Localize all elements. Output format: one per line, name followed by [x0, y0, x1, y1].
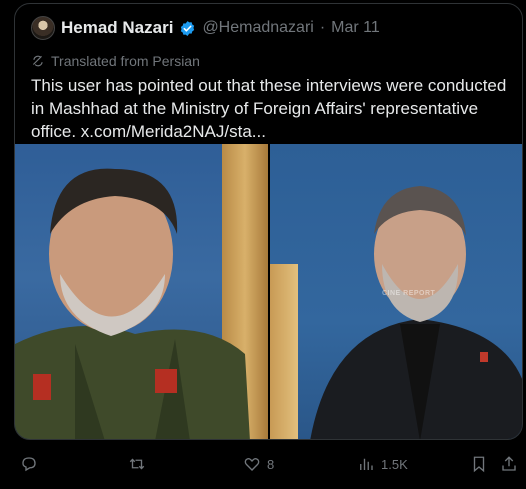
- media-image-left[interactable]: [15, 144, 268, 439]
- media-watermark: CINE REPORT: [382, 290, 436, 297]
- tweet-media[interactable]: CINE REPORT: [15, 144, 522, 439]
- reply-icon: [22, 457, 36, 472]
- tweet-date[interactable]: Mar 11: [331, 19, 380, 37]
- tweet-text: This user has pointed out that these int…: [31, 76, 507, 141]
- translate-icon: [32, 55, 43, 67]
- tweet-header: Hemad Nazari @Hemadnazari · Mar 11: [31, 14, 380, 42]
- reply-button[interactable]: [20, 446, 44, 482]
- person-left-figure: [15, 168, 250, 439]
- separator: ·: [319, 19, 326, 36]
- media-image-right[interactable]: CINE REPORT: [270, 144, 522, 439]
- translation-notice: Translated from Persian: [31, 53, 200, 69]
- tweet-card[interactable]: Hemad Nazari @Hemadnazari · Mar 11 Trans…: [14, 3, 523, 440]
- retweet-button[interactable]: [128, 446, 152, 482]
- heart-icon: [244, 457, 260, 471]
- views-count: 1.5K: [381, 456, 408, 472]
- bookmark-icon: [473, 456, 485, 473]
- like-button[interactable]: 8: [243, 446, 274, 482]
- avatar[interactable]: [31, 16, 55, 40]
- like-count: 8: [267, 456, 275, 472]
- share-icon: [502, 456, 516, 471]
- translated-label: Translated from Persian: [51, 53, 200, 69]
- retweet-icon: [129, 458, 145, 470]
- verified-badge-icon: [181, 20, 195, 36]
- views-chart-icon: [360, 458, 373, 470]
- views-button[interactable]: 1.5K: [357, 446, 408, 482]
- bookmark-button[interactable]: [470, 446, 488, 482]
- share-button[interactable]: [500, 446, 518, 482]
- user-handle[interactable]: @Hemadnazari: [202, 19, 313, 37]
- action-bar: 8 1.5K: [0, 446, 526, 482]
- display-name[interactable]: Hemad Nazari: [61, 18, 173, 38]
